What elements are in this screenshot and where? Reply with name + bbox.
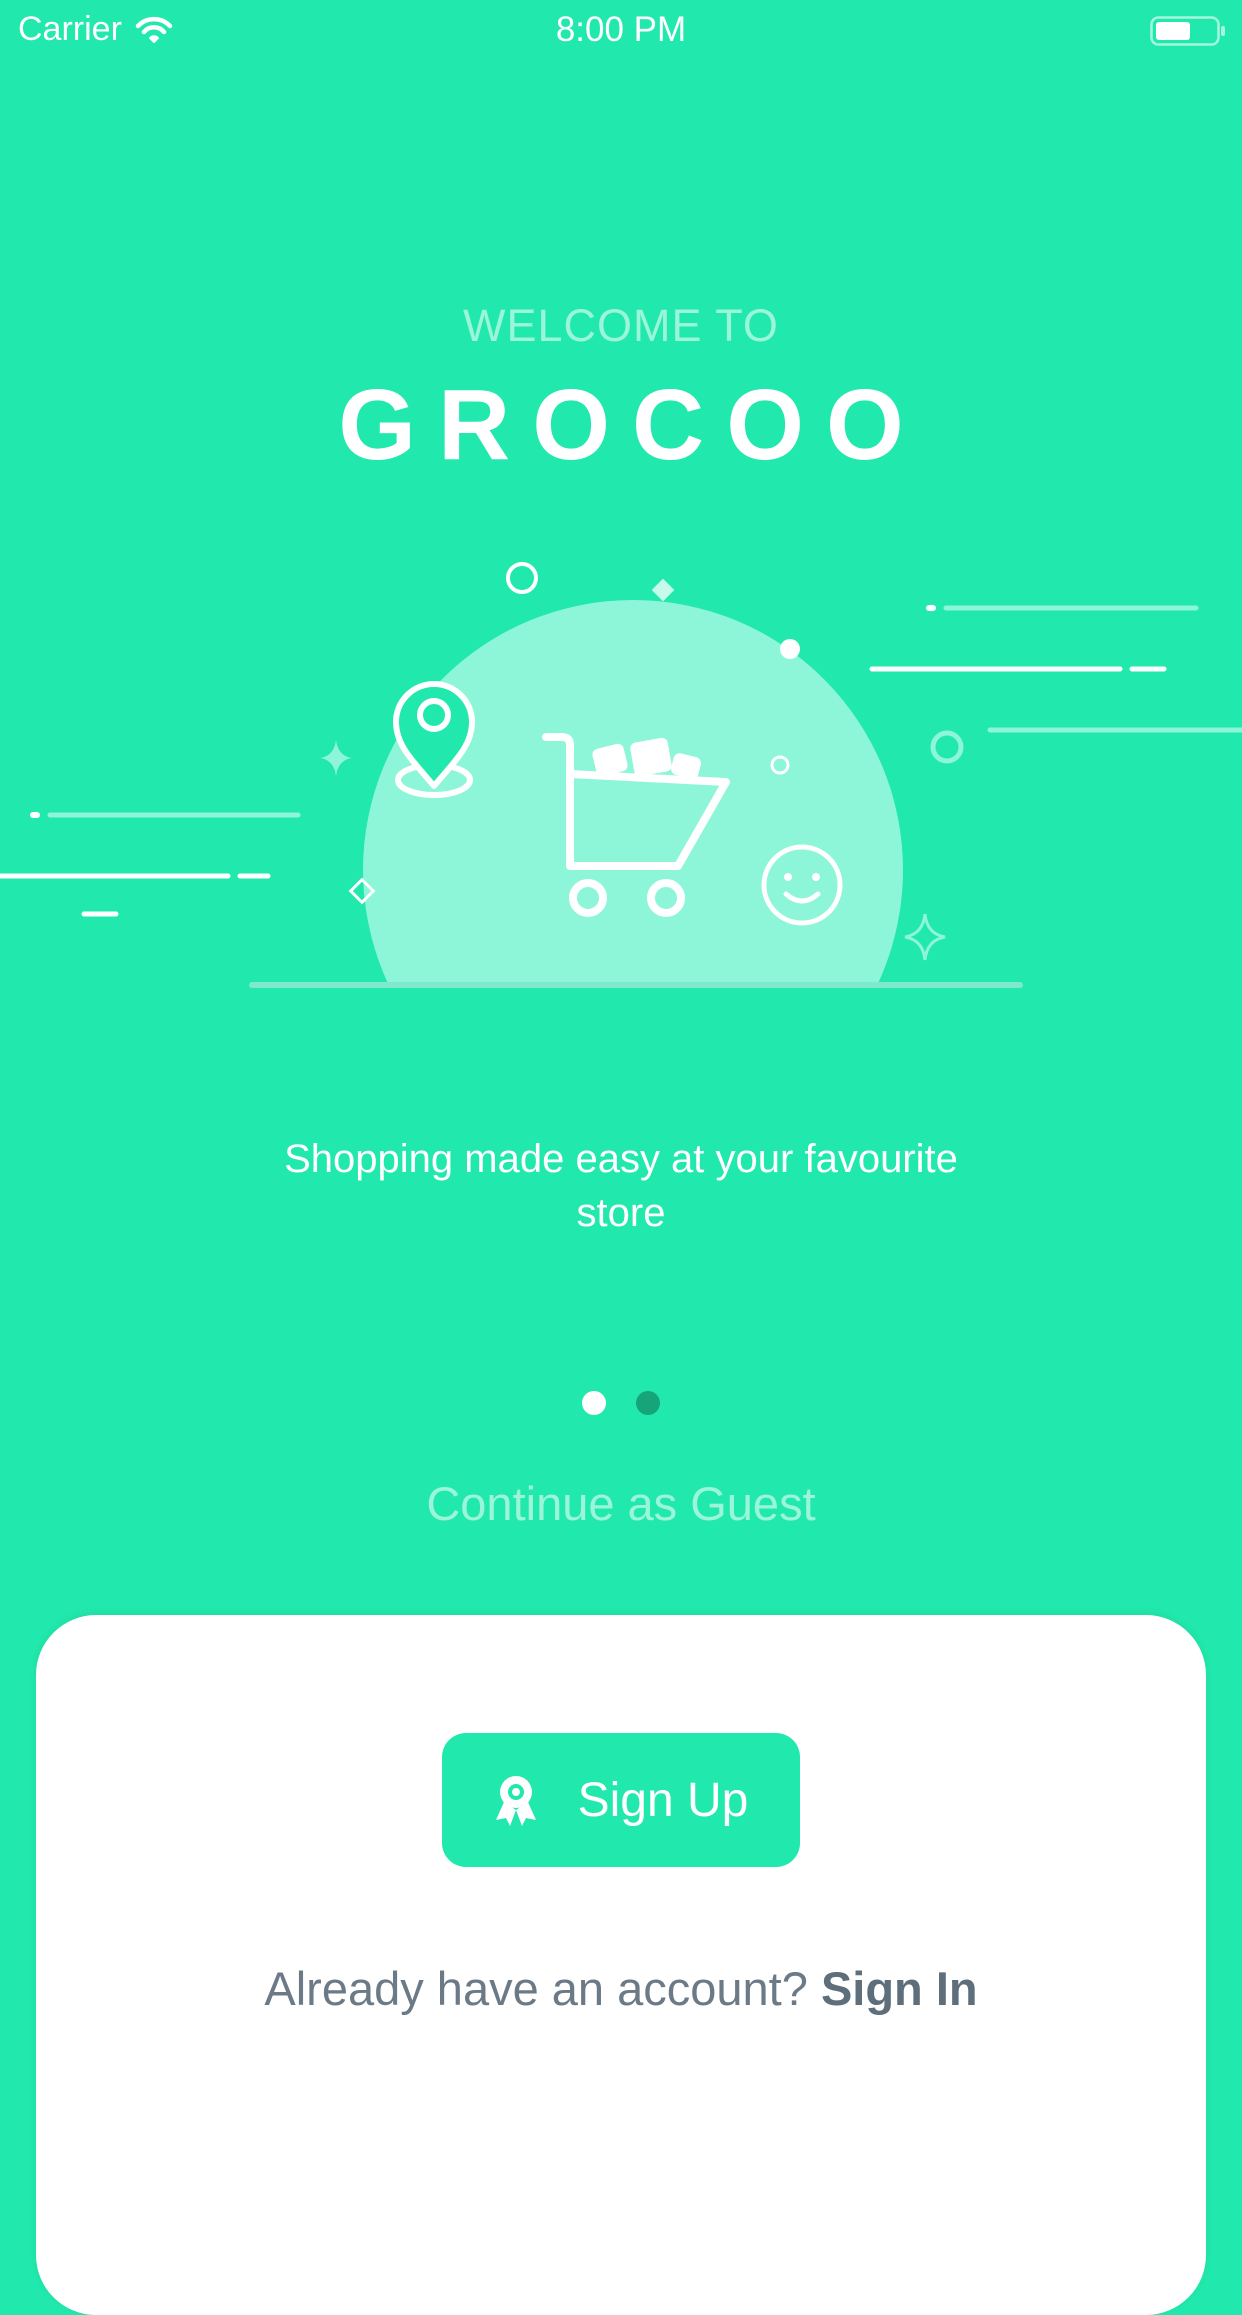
- hero-circle: [363, 600, 903, 984]
- sign-up-button[interactable]: Sign Up: [442, 1733, 800, 1867]
- auth-card: Sign Up Already have an account? Sign In: [36, 1615, 1206, 2315]
- award-ribbon-icon: [495, 1776, 536, 1826]
- speed-lines-left: [0, 812, 301, 917]
- decor-ring-right: [930, 730, 964, 764]
- sign-in-prompt: Already have an account? Sign In: [36, 1961, 1206, 2016]
- decor-ring-top: [506, 562, 538, 594]
- status-bar: Carrier 8:00 PM: [0, 0, 1242, 60]
- sparkle-icon: [320, 740, 352, 776]
- sign-in-link[interactable]: Sign In: [821, 1962, 978, 2015]
- status-time: 8:00 PM: [555, 10, 687, 49]
- welcome-heading: WELCOME TO: [463, 300, 779, 351]
- battery-icon: [1150, 16, 1225, 46]
- decor-diamond-top: [651, 578, 675, 602]
- sign-in-question: Already have an account?: [264, 1962, 808, 2015]
- sparkle-icon-2: [904, 913, 946, 961]
- continue-as-guest-link[interactable]: Continue as Guest: [0, 1476, 1242, 1531]
- decor-dot-right: [780, 639, 800, 659]
- page-dot-1[interactable]: [582, 1391, 606, 1415]
- tagline: Shopping made easy at your favourite sto…: [284, 1137, 958, 1235]
- sign-up-label: Sign Up: [577, 1773, 749, 1827]
- speed-lines-right: [869, 605, 1242, 733]
- hero-illustration: [0, 562, 1242, 988]
- brand-title: GROCOO: [338, 369, 926, 481]
- page-indicator[interactable]: [0, 1391, 1242, 1415]
- page-dot-2[interactable]: [636, 1391, 660, 1415]
